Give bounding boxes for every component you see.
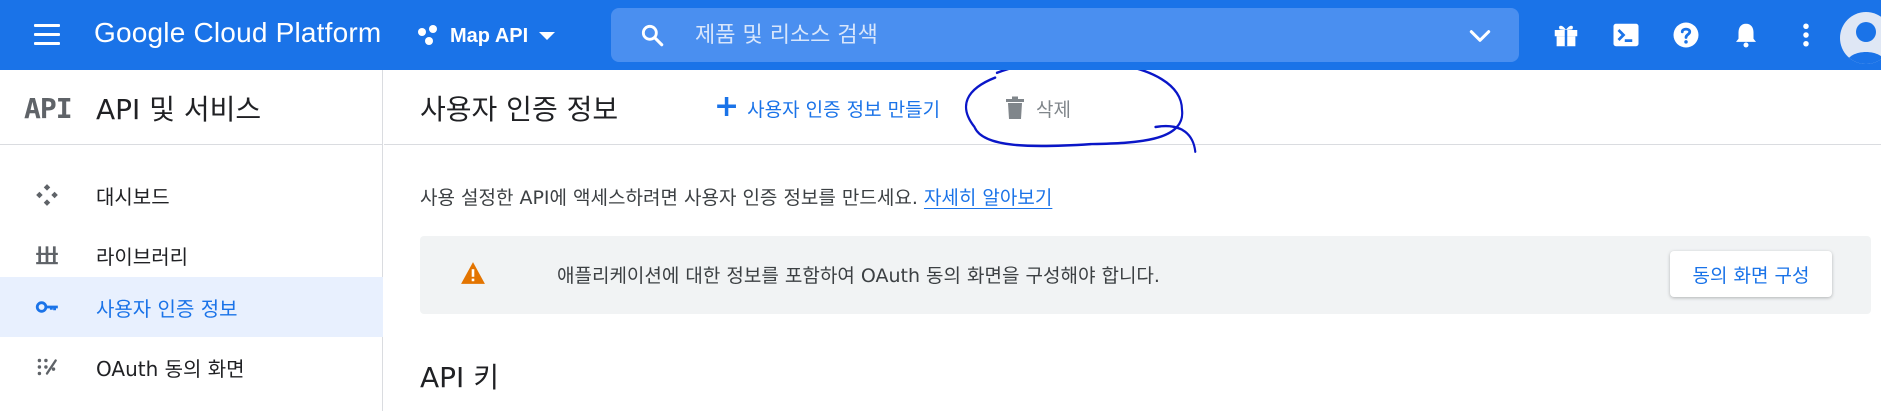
create-credentials-button[interactable]: + 사용자 인증 정보 만들기	[714, 88, 941, 124]
create-credentials-label: 사용자 인증 정보 만들기	[747, 98, 941, 121]
oauth-consent-icon	[37, 358, 57, 376]
delete-label: 삭제	[1036, 98, 1071, 121]
notifications-bell-icon[interactable]	[1731, 20, 1761, 50]
warning-icon	[461, 262, 485, 284]
search-input[interactable]	[695, 18, 1395, 52]
delete-button[interactable]: 삭제	[1004, 92, 1071, 124]
configure-consent-screen-button[interactable]: 동의 화면 구성	[1670, 251, 1832, 297]
learn-more-link[interactable]: 자세히 알아보기	[924, 187, 1052, 209]
project-selector[interactable]: Map API	[418, 20, 556, 52]
user-avatar-icon	[1846, 22, 1881, 64]
sidebar-item-credentials[interactable]: 사용자 인증 정보	[0, 277, 383, 337]
page-title: 사용자 인증 정보	[420, 93, 619, 126]
sidebar-title: API 및 서비스	[96, 93, 262, 126]
oauth-warning-banner: 애플리케이션에 대한 정보를 포함하여 OAuth 동의 화면을 구성해야 합니…	[420, 236, 1871, 314]
sidebar-item-oauth-consent[interactable]: OAuth 동의 화면	[0, 337, 383, 397]
sidebar-item-label: 대시보드	[96, 185, 170, 209]
main-content: 사용자 인증 정보 + 사용자 인증 정보 만들기 삭제 사용 설정한 API에…	[384, 70, 1881, 411]
action-bar: 사용자 인증 정보 + 사용자 인증 정보 만들기 삭제	[384, 70, 1881, 145]
sidebar-header: API API 및 서비스	[0, 70, 383, 145]
help-icon[interactable]	[1671, 20, 1701, 50]
library-icon	[36, 246, 58, 265]
sidebar: API API 및 서비스 대시보드 라이브러리 사용자 인증 정보 OAuth…	[0, 70, 383, 411]
main-menu-button[interactable]	[30, 22, 66, 48]
project-name: Map API	[450, 24, 529, 47]
plus-icon: +	[714, 88, 740, 124]
search-bar[interactable]	[611, 8, 1519, 62]
dropdown-arrow-icon	[539, 32, 556, 40]
api-logo: API	[24, 92, 73, 125]
dashboard-icon	[36, 184, 58, 206]
cloud-shell-icon[interactable]	[1611, 20, 1641, 50]
project-icon	[418, 25, 440, 47]
chevron-down-icon[interactable]	[1467, 23, 1493, 49]
sidebar-item-library[interactable]: 라이브러리	[0, 225, 383, 285]
search-icon[interactable]	[639, 22, 665, 48]
top-app-bar: Google Cloud Platform Map API	[0, 0, 1881, 70]
api-keys-heading: API 키	[420, 361, 499, 394]
trash-icon	[1006, 96, 1024, 119]
credentials-description: 사용 설정한 API에 액세스하려면 사용자 인증 정보를 만드세요. 자세히 …	[420, 183, 1052, 210]
sidebar-item-label: 사용자 인증 정보	[96, 297, 238, 321]
gift-icon[interactable]	[1551, 20, 1581, 50]
sidebar-item-label: 라이브러리	[96, 245, 188, 269]
more-vert-icon[interactable]	[1791, 20, 1821, 50]
product-logo[interactable]: Google Cloud Platform	[94, 17, 381, 49]
key-icon	[35, 301, 58, 313]
sidebar-item-dashboard[interactable]: 대시보드	[0, 165, 383, 225]
description-text: 사용 설정한 API에 액세스하려면 사용자 인증 정보를 만드세요.	[420, 187, 918, 209]
sidebar-item-label: OAuth 동의 화면	[96, 357, 245, 381]
account-avatar[interactable]	[1840, 12, 1881, 64]
banner-message: 애플리케이션에 대한 정보를 포함하여 OAuth 동의 화면을 구성해야 합니…	[557, 265, 1160, 287]
